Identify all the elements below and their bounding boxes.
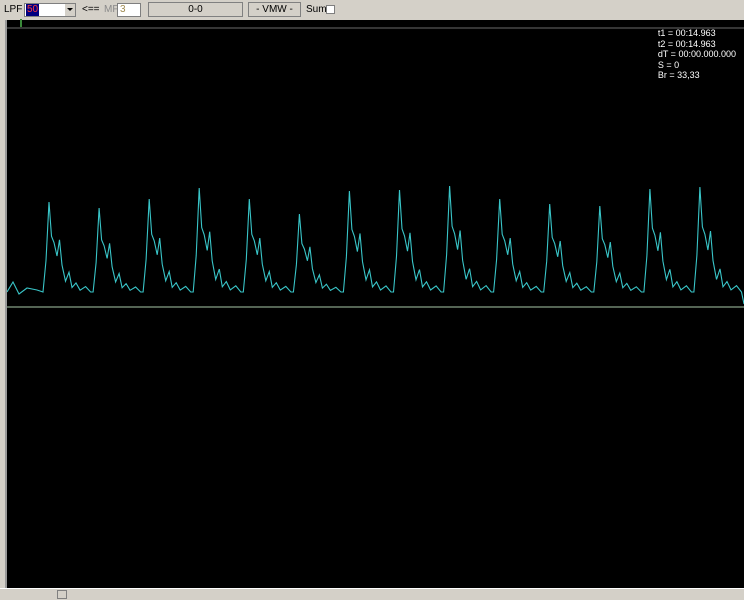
lpf-select[interactable]: 50	[24, 3, 76, 17]
toolbar: LPF 50 <== MF 3 0-0 - VMW - Sum	[0, 0, 744, 20]
horizontal-scrollbar[interactable]	[0, 588, 744, 600]
scroll-thumb[interactable]	[57, 590, 67, 599]
sum-checkbox[interactable]	[326, 5, 335, 14]
vmw-button[interactable]: - VMW -	[248, 2, 301, 17]
mf-input[interactable]: 3	[117, 3, 141, 17]
dt-readout: dT = 00:00.000.000	[657, 49, 736, 59]
arrow-left-label[interactable]: <==	[82, 4, 100, 16]
t2-readout: t2 = 00:14.963	[657, 38, 716, 49]
waveform-trace	[7, 185, 744, 305]
s-readout: S = 0	[657, 59, 680, 70]
range-button[interactable]: 0-0	[148, 2, 243, 17]
lpf-label: LPF	[4, 4, 23, 15]
t1-readout: t1 = 00:14.963	[657, 28, 716, 38]
waveform-svg	[7, 27, 744, 308]
cursor-marker[interactable]	[20, 19, 22, 27]
br-readout: Br = 33,33	[657, 70, 700, 80]
chevron-down-icon[interactable]	[64, 4, 75, 16]
lpf-value: 50	[26, 4, 40, 16]
sum-label: Sum	[306, 4, 327, 15]
cursor-readout: t1 = 00:14.963 t2 = 00:14.963 dT = 00:00…	[658, 28, 736, 81]
waveform-plot[interactable]: t1 = 00:14.963 t2 = 00:14.963 dT = 00:00…	[5, 20, 744, 588]
